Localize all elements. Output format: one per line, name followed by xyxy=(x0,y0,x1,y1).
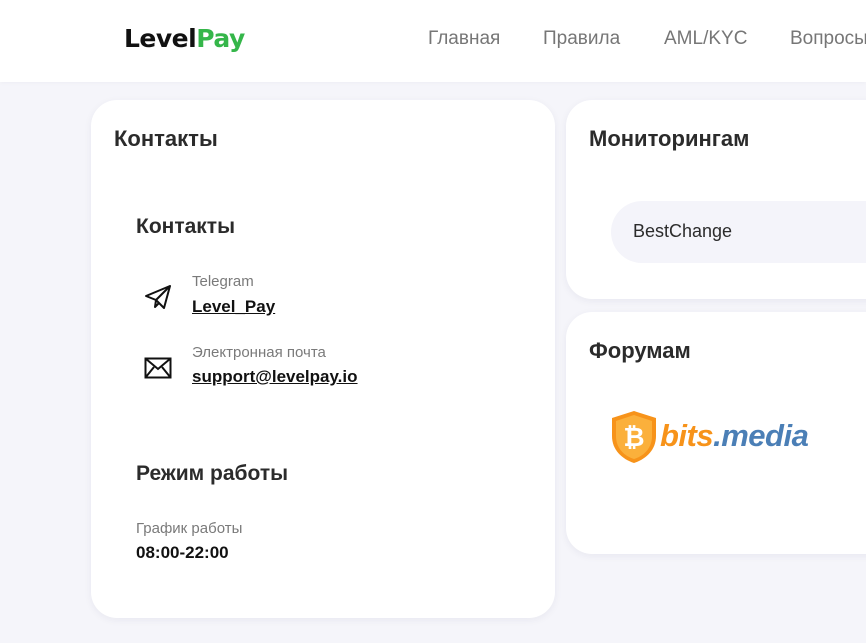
forums-card: Форумам ₿ bits.media xyxy=(566,312,866,554)
email-link[interactable]: support@levelpay.io xyxy=(192,367,358,387)
svg-text:₿: ₿ xyxy=(623,423,644,453)
monitoring-card-title: Мониторингам xyxy=(589,126,750,151)
monitoring-item-label: BestChange xyxy=(633,221,733,241)
email-label: Электронная почта xyxy=(192,344,326,361)
nav-item-aml-kyc[interactable]: AML/KYC xyxy=(664,28,747,50)
contacts-card: Контакты Контакты Telegram Level_Pay Эле… xyxy=(91,100,555,618)
telegram-label: Telegram xyxy=(192,273,254,290)
mail-icon xyxy=(144,357,172,379)
schedule-label: График работы xyxy=(136,520,243,537)
contacts-card-title: Контакты xyxy=(114,126,218,151)
forums-card-title: Форумам xyxy=(589,338,691,363)
logo-text-pay: Pay xyxy=(196,24,245,53)
monitoring-item-bestchange[interactable]: BestChange xyxy=(611,201,866,263)
contacts-section-title: Контакты xyxy=(136,215,236,238)
site-logo[interactable]: LevelPay xyxy=(124,24,245,54)
bits-media-logo[interactable]: ₿ bits.media xyxy=(610,410,860,466)
nav-item-faq[interactable]: Вопросы xyxy=(790,28,866,50)
nav-item-home[interactable]: Главная xyxy=(428,28,500,50)
bits-text-part2: .media xyxy=(713,418,809,453)
schedule-value: 08:00-22:00 xyxy=(136,543,229,562)
telegram-link[interactable]: Level_Pay xyxy=(192,297,275,317)
monitoring-card: Мониторингам BestChange xyxy=(566,100,866,299)
nav-item-rules[interactable]: Правила xyxy=(543,28,620,50)
top-header: LevelPay Главная Правила AML/KYC Вопросы xyxy=(0,0,866,82)
bits-media-wordmark: bits.media xyxy=(660,418,809,454)
bitcoin-shield-icon: ₿ xyxy=(610,410,658,464)
working-hours-title: Режим работы xyxy=(136,462,289,485)
bits-text-part1: bits xyxy=(660,418,714,453)
telegram-icon xyxy=(143,283,173,311)
logo-text-level: Level xyxy=(124,24,197,53)
